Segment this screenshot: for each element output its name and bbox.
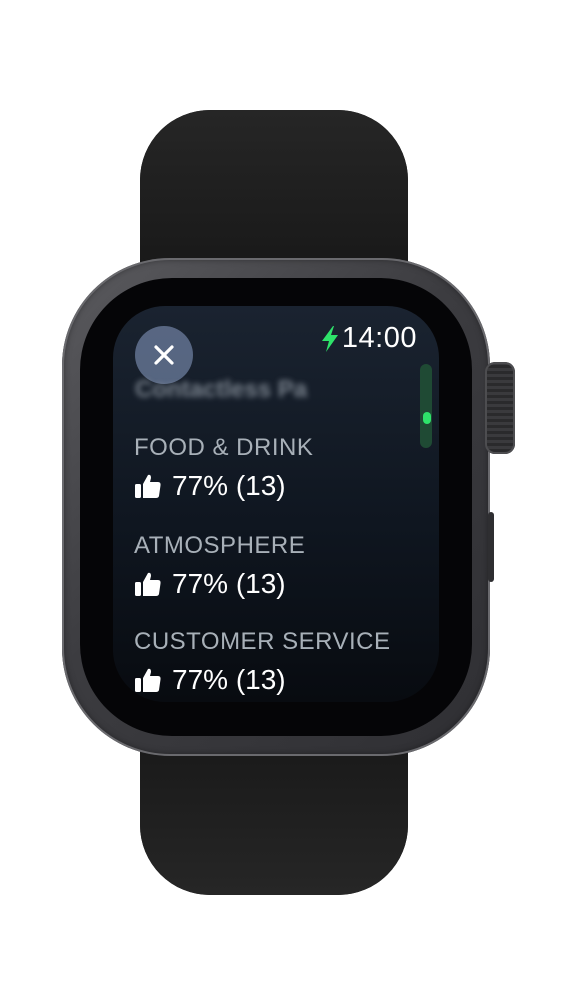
clock-time: 14:00 xyxy=(341,322,417,354)
rating-customer-service: CUSTOMER SERVICE 77% (13) xyxy=(134,628,424,696)
digital-crown[interactable] xyxy=(485,362,515,454)
rating-label: CUSTOMER SERVICE xyxy=(134,628,391,655)
rating-label: FOOD & DRINK xyxy=(134,434,314,461)
close-icon xyxy=(154,345,174,365)
side-button[interactable] xyxy=(488,512,494,582)
blurred-header: Contactless Pa xyxy=(135,376,308,403)
scroll-indicator-thumb xyxy=(423,412,431,424)
status-bar: 14:00 xyxy=(320,322,417,355)
lightning-bolt-icon xyxy=(321,325,338,352)
rating-value: 77% (13) xyxy=(172,470,286,501)
thumbs-up-icon xyxy=(135,474,161,498)
rating-value: 77% (13) xyxy=(172,664,286,695)
watch-screen: 14:00 Contactless Pa FOOD & DRINK 77% (1… xyxy=(113,306,439,702)
thumbs-up-icon xyxy=(135,572,161,596)
thumbs-up-icon xyxy=(135,668,161,692)
rating-label: ATMOSPHERE xyxy=(134,532,306,559)
rating-atmosphere: ATMOSPHERE 77% (13) xyxy=(134,532,424,600)
rating-food-drink: FOOD & DRINK 77% (13) xyxy=(134,434,424,502)
rating-value: 77% (13) xyxy=(172,568,286,599)
